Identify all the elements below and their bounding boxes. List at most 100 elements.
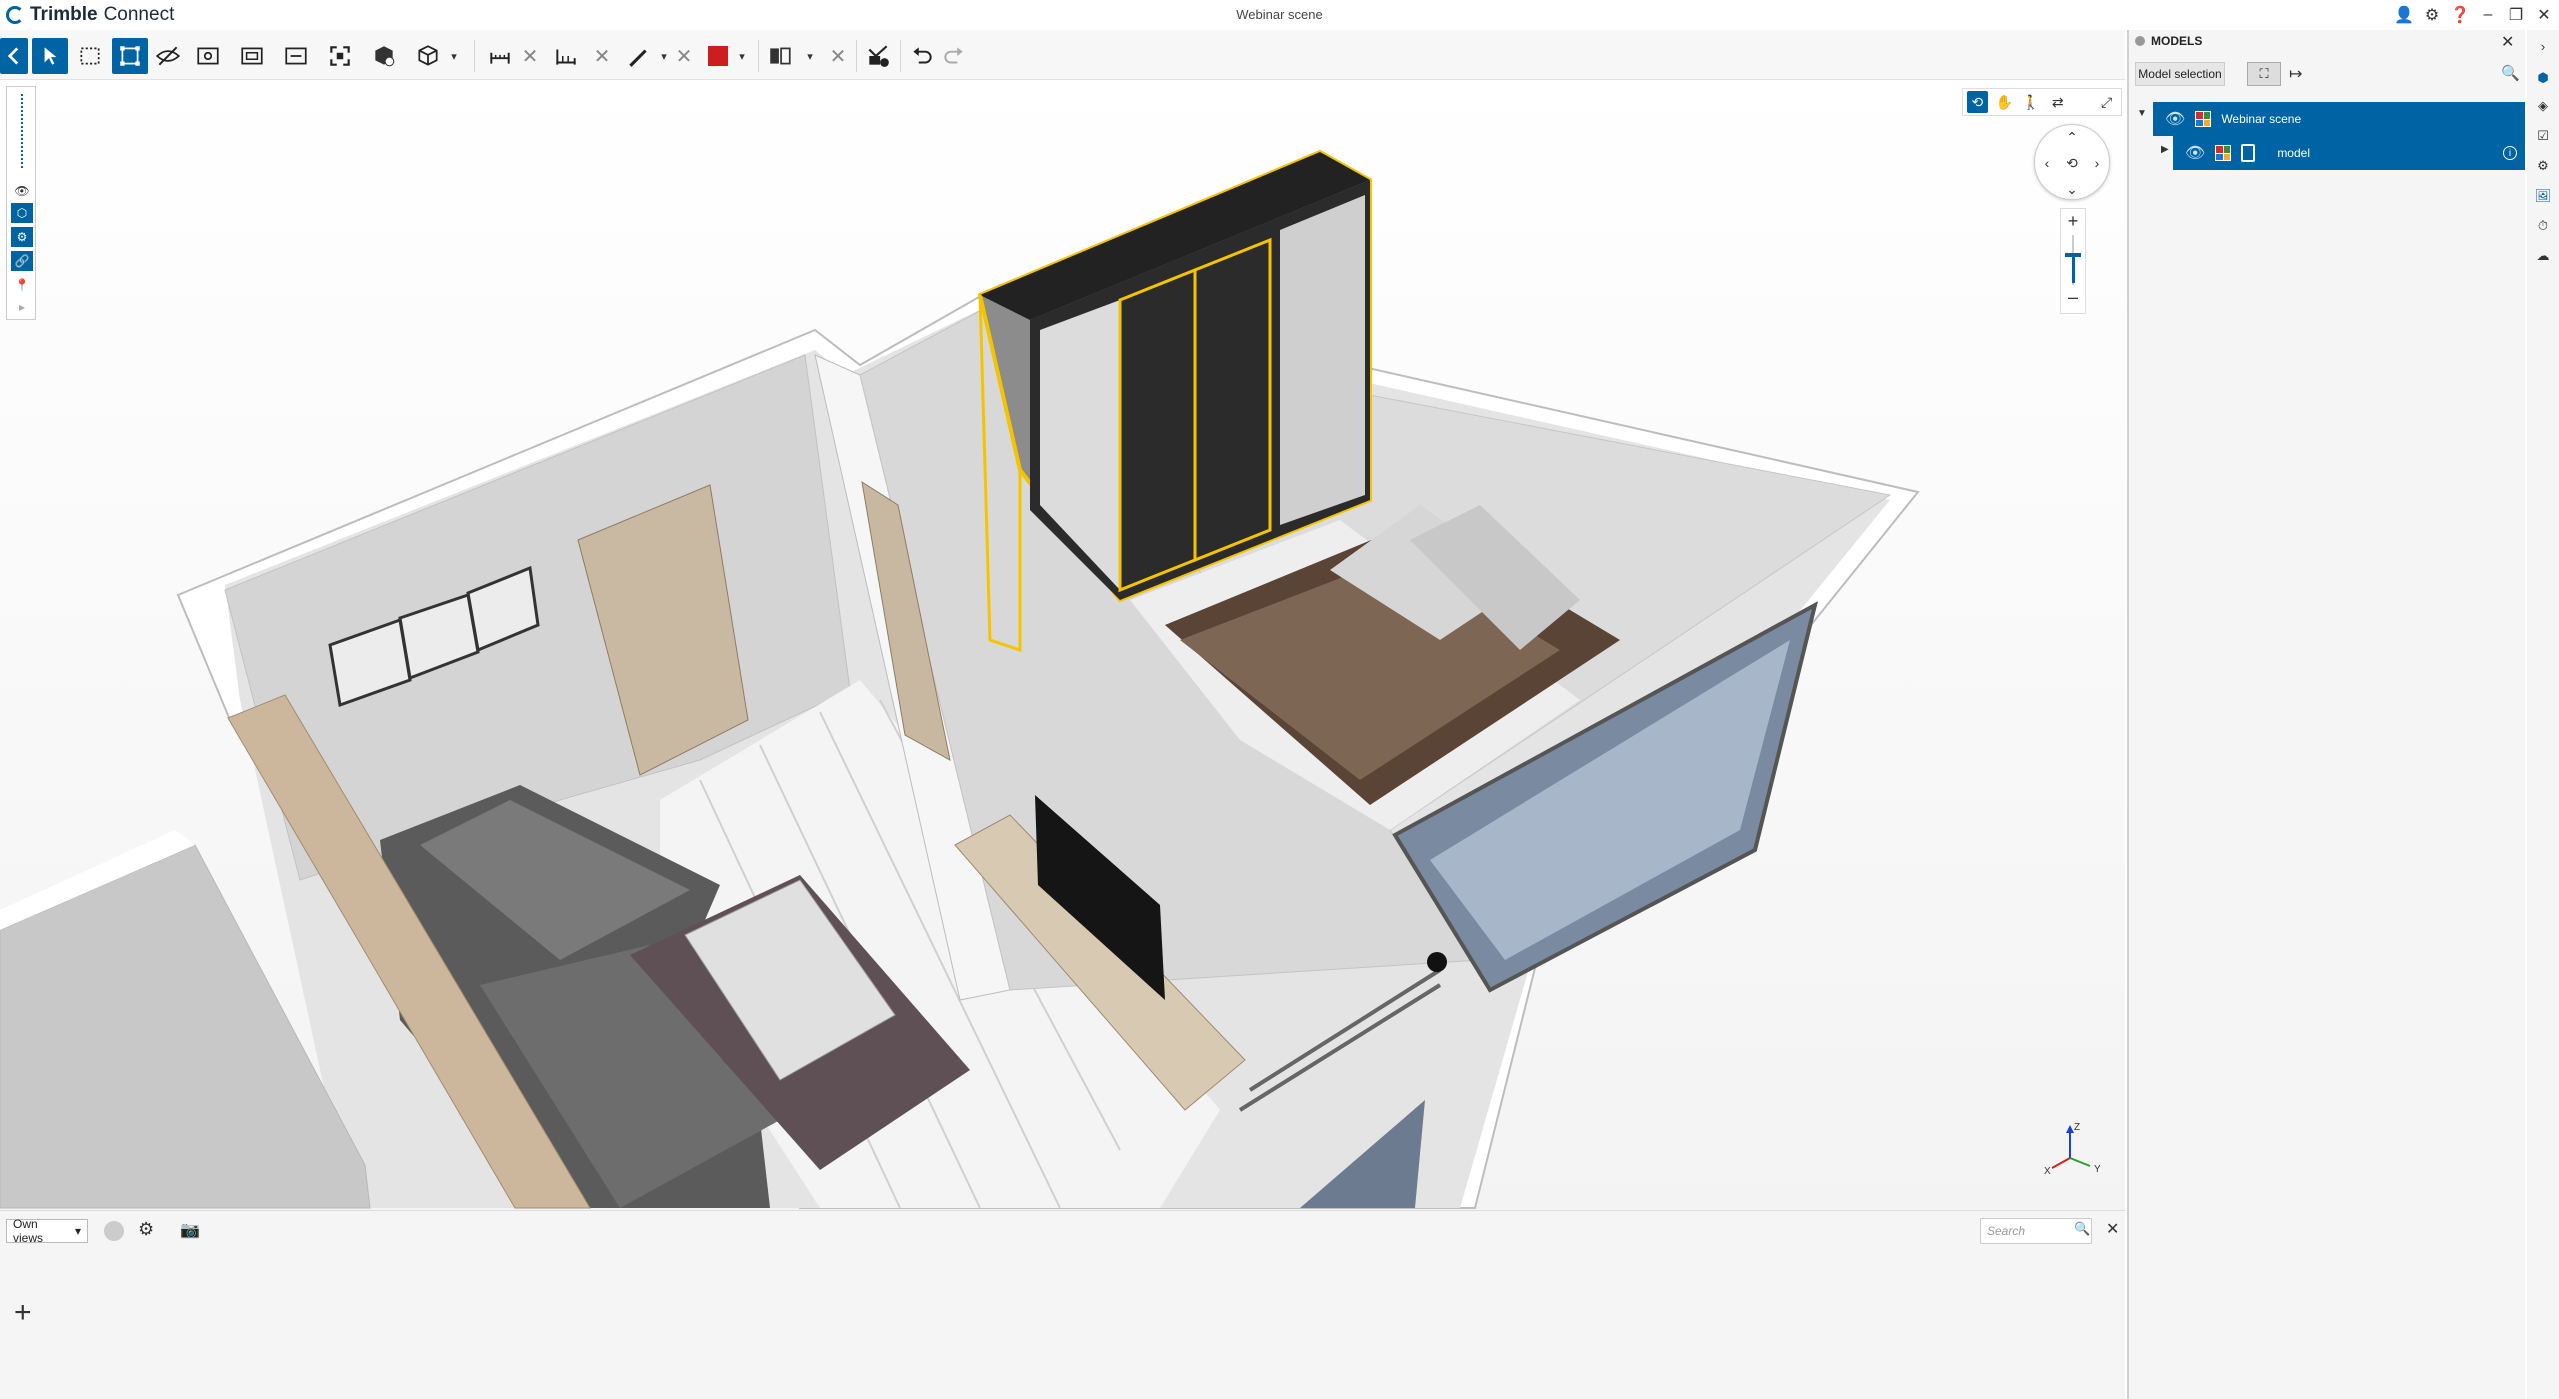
view-settings-gear-icon[interactable]: ⚙ bbox=[138, 1219, 154, 1240]
camera-icon[interactable]: 📷 bbox=[180, 1220, 200, 1240]
nav-down-icon[interactable]: ⌄ bbox=[2064, 181, 2080, 197]
models-cube-icon[interactable]: ⬢ bbox=[2533, 68, 2553, 88]
object-box-icon[interactable] bbox=[366, 38, 402, 74]
clear-measure-icon[interactable]: ✕ bbox=[520, 44, 540, 68]
markup-dropdown-icon[interactable]: ▾ bbox=[658, 46, 670, 66]
cube-view-icon[interactable] bbox=[410, 38, 446, 74]
pan-hand-icon[interactable]: ✋ bbox=[1994, 91, 2015, 113]
measure-area-icon[interactable] bbox=[548, 38, 584, 74]
brand-name: Trimble bbox=[30, 4, 98, 25]
main-toolbar: ▾ ✕ ✕ ▾ ✕ ▾ ▾ ✕ bbox=[0, 30, 2125, 80]
help-icon[interactable]: ❓ bbox=[2448, 3, 2472, 27]
settings-icon[interactable]: ⚙ bbox=[2533, 156, 2553, 176]
todo-check-icon[interactable]: ☑ bbox=[2533, 126, 2553, 146]
app-logo: Trimble Connect bbox=[6, 3, 174, 27]
sections-dropdown-icon[interactable]: ▾ bbox=[804, 46, 816, 66]
objects-icon[interactable]: ◈ bbox=[2533, 96, 2553, 116]
clear-area-icon[interactable]: ✕ bbox=[592, 44, 612, 68]
cloud-icon[interactable]: ☁ bbox=[2533, 246, 2553, 266]
color-swatch-icon[interactable] bbox=[700, 38, 736, 74]
nav-orbit-center-icon[interactable]: ⟲ bbox=[2064, 155, 2080, 171]
markup-pen-icon[interactable] bbox=[620, 38, 656, 74]
close-panel-icon[interactable]: ✕ bbox=[2501, 32, 2514, 52]
eye-icon[interactable]: 👁 bbox=[11, 181, 33, 201]
trimble-logo-icon bbox=[6, 6, 24, 24]
apartment-3d-model[interactable] bbox=[0, 80, 2125, 1210]
views-list-area bbox=[0, 1250, 2125, 1399]
orbit-mode-icon[interactable]: ⟲ bbox=[1967, 91, 1988, 113]
panel-grip-icon[interactable] bbox=[2135, 36, 2145, 46]
undo-icon[interactable] bbox=[904, 38, 940, 74]
clip-icon[interactable] bbox=[234, 38, 270, 74]
image-icon[interactable]: 🖼 bbox=[2533, 186, 2553, 206]
own-views-label: Own views bbox=[13, 1217, 44, 1245]
toolbar-divider bbox=[856, 40, 857, 72]
toolbar-divider bbox=[474, 40, 475, 72]
history-clock-icon[interactable]: ⏱ bbox=[2533, 216, 2553, 236]
settings-gear-icon[interactable]: ⚙ bbox=[2420, 3, 2444, 27]
models-panel-header: MODELS bbox=[2129, 30, 2527, 52]
pin-icon[interactable]: 📍 bbox=[11, 275, 33, 295]
visibility-eye-icon[interactable]: 👁 bbox=[2165, 109, 2185, 129]
tree-label: Webinar scene bbox=[2221, 112, 2302, 126]
search-icon[interactable]: 🔍 bbox=[2074, 1221, 2090, 1237]
tree-expand-icon[interactable]: ▶ bbox=[2161, 144, 2169, 155]
close-views-icon[interactable]: ✕ bbox=[2106, 1219, 2119, 1239]
minimize-window-icon[interactable]: – bbox=[2476, 3, 2500, 27]
box-select-icon[interactable] bbox=[72, 38, 108, 74]
user-icon[interactable]: 👤 bbox=[2392, 3, 2416, 27]
zoom-fill bbox=[2072, 257, 2075, 283]
tree-row-webinar-scene[interactable]: 👁 Webinar scene bbox=[2153, 102, 2525, 136]
record-icon[interactable] bbox=[104, 1221, 124, 1241]
fit-all-icon[interactable] bbox=[322, 38, 358, 74]
redo-icon[interactable] bbox=[936, 38, 972, 74]
fit-selection-icon[interactable] bbox=[112, 38, 148, 74]
navigation-wheel[interactable]: ⌃ ⌄ ‹ › ⟲ bbox=[2034, 124, 2110, 200]
expand-icon[interactable]: ▸ bbox=[11, 297, 33, 317]
ifc-file-icon bbox=[2241, 144, 2256, 162]
presentation-icon[interactable] bbox=[860, 38, 896, 74]
sections-split-icon[interactable] bbox=[762, 38, 798, 74]
walk-mode-icon[interactable]: 🚶 bbox=[2021, 91, 2042, 113]
export-icon[interactable]: ↦ bbox=[2289, 64, 2302, 84]
cube-view-dropdown-icon[interactable]: ▾ bbox=[448, 46, 460, 66]
visibility-eye-icon[interactable]: 👁 bbox=[2185, 143, 2205, 163]
own-views-dropdown[interactable]: Own views ▾ bbox=[6, 1217, 88, 1245]
swap-icon[interactable]: ⇄ bbox=[2047, 91, 2068, 113]
clear-sections-icon[interactable]: ✕ bbox=[828, 44, 848, 68]
link-icon[interactable]: 🔗 bbox=[11, 251, 33, 271]
zoom-slider[interactable]: + – bbox=[2060, 208, 2086, 314]
restore-window-icon[interactable]: ❐ bbox=[2504, 3, 2528, 27]
info-icon[interactable]: i bbox=[2503, 146, 2517, 160]
viewer-side-toolbar: 👁 ⬡ ⚙ 🔗 📍 ▸ bbox=[6, 86, 36, 320]
section-icon[interactable] bbox=[278, 38, 314, 74]
search-models-icon[interactable]: 🔍 bbox=[2501, 64, 2520, 82]
scene-title: Webinar scene bbox=[1236, 7, 1323, 22]
tree-row-model[interactable]: 👁 model i bbox=[2173, 136, 2525, 170]
color-dropdown-icon[interactable]: ▾ bbox=[736, 46, 748, 66]
clear-markup-icon[interactable]: ✕ bbox=[674, 44, 694, 68]
ruler-icon[interactable] bbox=[11, 91, 33, 171]
isolate-icon[interactable] bbox=[190, 38, 226, 74]
nav-up-icon[interactable]: ⌃ bbox=[2064, 129, 2080, 145]
select-arrow-icon[interactable] bbox=[32, 38, 68, 74]
model-color-icon bbox=[2195, 111, 2212, 127]
measure-icon[interactable] bbox=[482, 38, 518, 74]
collapse-panel-icon[interactable]: › bbox=[2533, 36, 2553, 56]
nav-right-icon[interactable]: › bbox=[2089, 155, 2105, 171]
models-title: MODELS bbox=[2151, 34, 2203, 48]
nav-left-icon[interactable]: ‹ bbox=[2039, 155, 2055, 171]
add-view-button[interactable]: + bbox=[14, 1296, 32, 1330]
model-selection-button[interactable]: Model selection bbox=[2135, 62, 2225, 86]
tree-collapse-icon[interactable]: ▼ bbox=[2137, 108, 2147, 119]
gear-icon[interactable]: ⚙ bbox=[11, 227, 33, 247]
back-arrow-icon[interactable] bbox=[0, 38, 28, 74]
fullscreen-icon[interactable]: ⤢ bbox=[2096, 91, 2117, 113]
zoom-out-icon[interactable]: – bbox=[2061, 287, 2085, 308]
hide-icon[interactable] bbox=[150, 38, 186, 74]
shield-icon[interactable]: ⬡ bbox=[11, 203, 33, 223]
close-window-icon[interactable]: ✕ bbox=[2532, 3, 2556, 27]
filter-selected-icon[interactable]: ⛶ bbox=[2247, 62, 2281, 86]
zoom-in-icon[interactable]: + bbox=[2061, 211, 2085, 232]
3d-viewport[interactable]: 👁 ⬡ ⚙ 🔗 📍 ▸ ⟲ ✋ 🚶 ⇄ ⤢ ⌃ ⌄ ‹ › ⟲ + – Z Y … bbox=[0, 80, 2125, 1210]
